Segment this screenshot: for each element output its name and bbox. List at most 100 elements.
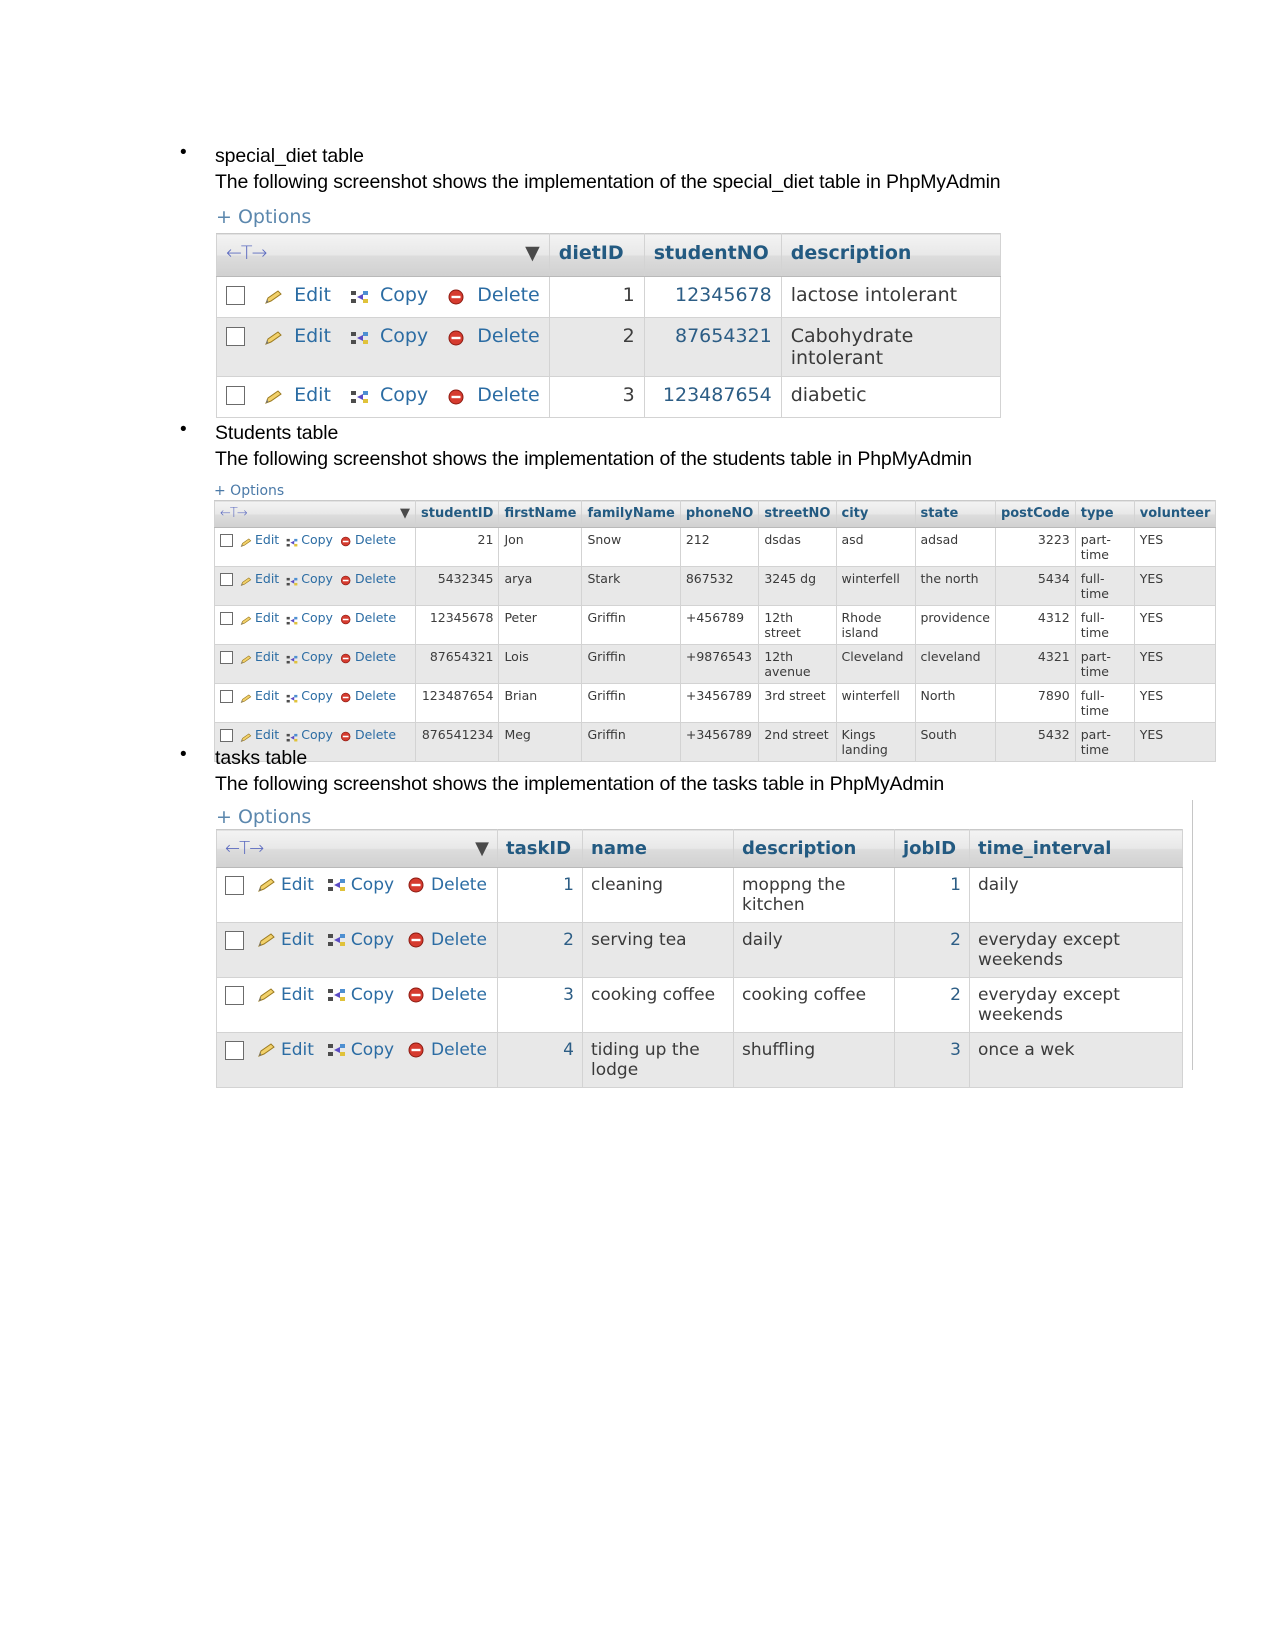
row-checkbox[interactable] (226, 386, 245, 405)
row-checkbox[interactable] (225, 875, 244, 895)
edit-link[interactable]: Edit (255, 649, 279, 664)
delete-icon (447, 388, 466, 404)
delete-link[interactable]: Delete (355, 571, 396, 586)
row-checkbox[interactable] (226, 286, 245, 305)
edit-link[interactable]: Edit (281, 875, 314, 895)
copy-link[interactable]: Copy (351, 1040, 394, 1060)
column-header-phoneno[interactable]: phoneNO (679, 500, 760, 528)
delete-link[interactable]: Delete (355, 688, 396, 703)
chevron-down-icon[interactable]: ▼ (475, 838, 489, 859)
delete-link[interactable]: Delete (431, 875, 487, 895)
delete-link[interactable]: Delete (477, 384, 539, 406)
copy-link[interactable]: Copy (351, 985, 394, 1005)
table-row: Edit Copy Delete 12345678 Peter Griffin +45678… (214, 605, 1217, 645)
delete-link[interactable]: Delete (431, 930, 487, 950)
delete-link[interactable]: Delete (355, 532, 396, 547)
delete-icon (340, 652, 352, 664)
column-header-description[interactable]: description (733, 829, 895, 868)
delete-link[interactable]: Delete (477, 284, 539, 306)
delete-link[interactable]: Delete (477, 325, 539, 347)
copy-link[interactable]: Copy (301, 649, 333, 664)
chevron-down-icon[interactable]: ▼ (400, 506, 410, 521)
column-header-city[interactable]: city (835, 500, 916, 528)
column-header-studentid[interactable]: studentID (414, 500, 500, 528)
copy-icon (286, 731, 298, 741)
column-header-type[interactable]: type (1074, 500, 1135, 528)
copy-link[interactable]: Copy (380, 325, 428, 347)
row-checkbox[interactable] (225, 985, 244, 1005)
column-header-jobid[interactable]: jobID (894, 829, 970, 868)
phpmyadmin-screenshot-tasks: + Options ←T→ ▼ taskID name description … (216, 800, 1193, 1088)
options-toggle[interactable]: + Options (216, 205, 1001, 229)
options-toggle[interactable]: + Options (216, 805, 1183, 829)
delete-icon (340, 535, 352, 547)
delete-link[interactable]: Delete (355, 610, 396, 625)
column-header-studentno[interactable]: studentNO (643, 233, 782, 277)
edit-link[interactable]: Edit (294, 325, 331, 347)
copy-icon (286, 653, 298, 663)
copy-link[interactable]: Copy (380, 384, 428, 406)
row-checkbox[interactable] (226, 327, 245, 346)
column-header-description[interactable]: description (780, 233, 1001, 277)
column-header-volunteer[interactable]: volunteer (1133, 500, 1217, 528)
row-checkbox[interactable] (225, 930, 244, 950)
copy-link[interactable]: Copy (351, 875, 394, 895)
edit-link[interactable]: Edit (255, 688, 279, 703)
edit-link[interactable]: Edit (281, 930, 314, 950)
delete-link[interactable]: Delete (355, 727, 396, 742)
row-actions: Edit Copy Delete (216, 317, 550, 377)
edit-link[interactable]: Edit (294, 384, 331, 406)
delete-link[interactable]: Delete (355, 649, 396, 664)
row-actions: Edit Copy Delete (216, 276, 550, 318)
row-checkbox[interactable] (220, 651, 233, 664)
column-header-firstname[interactable]: firstName (498, 500, 583, 528)
delete-link[interactable]: Delete (431, 1040, 487, 1060)
nav-arrows[interactable]: ←T→ (226, 242, 267, 264)
column-header-streetno[interactable]: streetNO (758, 500, 837, 528)
cell-description: diabetic (780, 376, 1001, 418)
nav-controls-cell[interactable]: ←T→ ▼ (216, 233, 550, 277)
options-toggle[interactable]: + Options (214, 482, 1216, 500)
copy-icon (327, 933, 346, 948)
edit-link[interactable]: Edit (255, 610, 279, 625)
edit-link[interactable]: Edit (255, 571, 279, 586)
delete-link[interactable]: Delete (431, 985, 487, 1005)
copy-link[interactable]: Copy (351, 930, 394, 950)
chevron-down-icon[interactable]: ▼ (525, 242, 540, 264)
column-header-taskid[interactable]: taskID (497, 829, 583, 868)
copy-link[interactable]: Copy (301, 688, 333, 703)
edit-link[interactable]: Edit (281, 1040, 314, 1060)
row-checkbox[interactable] (220, 690, 233, 703)
edit-link[interactable]: Edit (255, 727, 279, 742)
column-header-dietid[interactable]: dietID (548, 233, 645, 277)
special-diet-table: ←T→ ▼ dietID studentNO description Edit … (216, 233, 1001, 418)
nav-arrows[interactable]: ←T→ (225, 838, 264, 859)
nav-arrows[interactable]: ←T→ (220, 506, 248, 521)
column-header-name[interactable]: name (582, 829, 734, 868)
copy-link[interactable]: Copy (301, 571, 333, 586)
row-checkbox[interactable] (220, 612, 233, 625)
column-header-postcode[interactable]: postCode (994, 500, 1076, 528)
copy-link[interactable]: Copy (301, 727, 333, 742)
screenshot-right-edge (1192, 800, 1193, 1070)
pencil-icon (257, 877, 276, 893)
row-checkbox[interactable] (220, 729, 233, 742)
copy-link[interactable]: Copy (301, 532, 333, 547)
cell-studentid: 123487654 (414, 683, 500, 723)
row-checkbox[interactable] (220, 573, 233, 586)
column-header-familyname[interactable]: familyName (581, 500, 681, 528)
row-checkbox[interactable] (225, 1040, 244, 1060)
copy-link[interactable]: Copy (380, 284, 428, 306)
copy-link[interactable]: Copy (301, 610, 333, 625)
edit-link[interactable]: Edit (294, 284, 331, 306)
row-checkbox[interactable] (220, 534, 233, 547)
cell-volunteer: YES (1133, 722, 1217, 762)
cell-state: cleveland (914, 644, 996, 684)
column-header-state[interactable]: state (914, 500, 996, 528)
nav-controls-cell[interactable]: ←T→ ▼ (216, 829, 498, 868)
nav-controls-cell[interactable]: ←T→ ▼ (214, 500, 416, 528)
edit-link[interactable]: Edit (281, 985, 314, 1005)
copy-icon (327, 878, 346, 893)
column-header-timeinterval[interactable]: time_interval (969, 829, 1183, 868)
edit-link[interactable]: Edit (255, 532, 279, 547)
